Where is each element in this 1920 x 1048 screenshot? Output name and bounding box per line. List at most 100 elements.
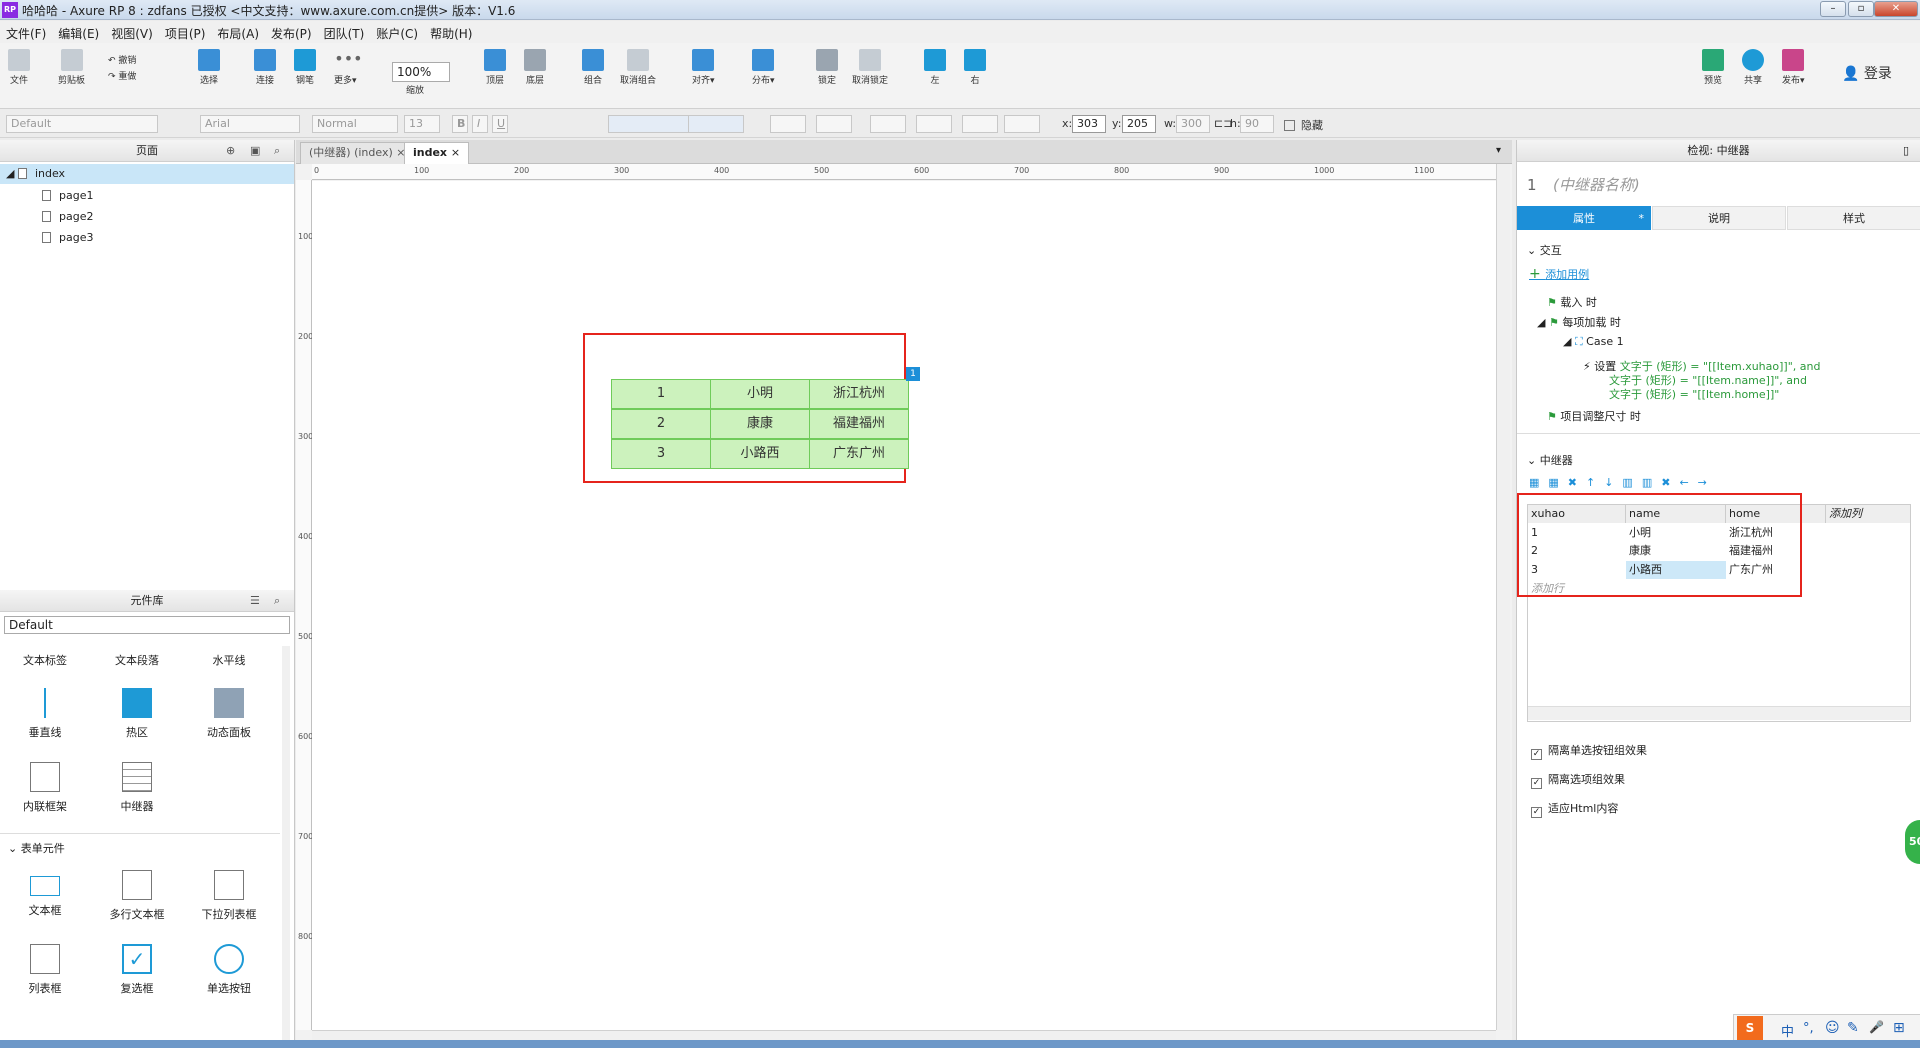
- connect-button[interactable]: 连接: [254, 49, 276, 86]
- widget-dropdown[interactable]: 下拉列表框: [189, 870, 269, 922]
- text-align-group[interactable]: [608, 115, 690, 133]
- isolate-radio-option[interactable]: ✓ 隔离单选按钮组效果: [1531, 742, 1647, 760]
- repeater-cell[interactable]: 3: [611, 439, 711, 469]
- sogou-ime-icon[interactable]: S: [1737, 1016, 1763, 1040]
- arrow-style-icon[interactable]: [1004, 115, 1040, 133]
- underline-icon[interactable]: U: [492, 115, 508, 133]
- page-tree-item[interactable]: page2: [42, 210, 93, 223]
- tab-repeater-index[interactable]: (中继器) (index) ×: [300, 142, 415, 164]
- align-button[interactable]: 对齐▾: [692, 49, 715, 86]
- repeater-cell[interactable]: 1: [611, 379, 711, 409]
- undo-button[interactable]: ↶ 撤销: [108, 53, 136, 66]
- menu-icon[interactable]: ☰: [250, 594, 260, 607]
- clipboard-button[interactable]: 剪贴板: [58, 49, 85, 86]
- tab-notes[interactable]: 说明: [1652, 206, 1786, 230]
- design-canvas[interactable]: 1 小明 浙江杭州 2 康康 福建福州 3 小路西 广东广州 1: [312, 181, 1496, 1030]
- widget-textarea[interactable]: 多行文本框: [97, 870, 177, 922]
- share-button[interactable]: 共享: [1742, 49, 1764, 86]
- repeater-cell[interactable]: 小明: [710, 379, 810, 409]
- widget-radio[interactable]: 单选按钮: [189, 944, 269, 996]
- select-button[interactable]: 选择: [198, 49, 220, 86]
- zoom-select[interactable]: 100%: [392, 62, 450, 82]
- repeater-cell[interactable]: 2: [611, 409, 711, 439]
- ime-chinese-mode[interactable]: 中: [1781, 1021, 1794, 1040]
- hide-checkbox[interactable]: 隐藏: [1284, 117, 1323, 133]
- form-widgets-section[interactable]: ⌄ 表单元件: [8, 840, 65, 856]
- add-page-icon[interactable]: ⊕: [226, 144, 235, 157]
- lock-button[interactable]: 锁定: [816, 49, 838, 86]
- tab-style[interactable]: 样式: [1787, 206, 1920, 230]
- widget-hotspot[interactable]: 热区: [97, 688, 177, 740]
- widget-textbox[interactable]: 文本框: [5, 870, 85, 918]
- maximize-icon[interactable]: ▫: [1848, 1, 1874, 17]
- tabs-dropdown-icon[interactable]: ▾: [1496, 145, 1501, 156]
- font-select[interactable]: Arial: [200, 115, 300, 133]
- minimize-icon[interactable]: –: [1820, 1, 1846, 17]
- widget-inline-frame[interactable]: 内联框架: [5, 762, 85, 814]
- add-column-header[interactable]: 添加列: [1826, 505, 1910, 523]
- repeater-cell[interactable]: 康康: [710, 409, 810, 439]
- search-icon[interactable]: ⌕: [274, 144, 280, 158]
- more-button[interactable]: ••• 更多▾: [334, 49, 363, 86]
- redo-button[interactable]: ↷ 重做: [108, 69, 136, 82]
- widget-checkbox[interactable]: ✓ 复选框: [97, 944, 177, 996]
- widget-repeater[interactable]: 中继器: [97, 762, 177, 814]
- ungroup-button[interactable]: 取消组合: [620, 49, 656, 86]
- repeater-section[interactable]: ⌄ 中继器: [1527, 452, 1573, 468]
- dataset-toolbar[interactable]: ▦▦✖↑↓▥▥✖←→: [1529, 476, 1716, 489]
- vertical-align-group[interactable]: [688, 115, 744, 133]
- widget-label[interactable]: 文本标签: [5, 652, 85, 668]
- add-folder-icon[interactable]: ▣: [250, 144, 260, 157]
- unlock-button[interactable]: 取消锁定: [852, 49, 888, 86]
- event-onresize[interactable]: ⚑ 项目调整尺寸 时: [1547, 408, 1641, 424]
- widget-paragraph[interactable]: 文本段落: [97, 652, 177, 668]
- w-input[interactable]: 300: [1176, 115, 1210, 133]
- distribute-button[interactable]: 分布▾: [752, 49, 775, 86]
- publish-button[interactable]: 发布▾: [1782, 49, 1805, 86]
- style-select[interactable]: Default: [6, 115, 158, 133]
- line-pattern-icon[interactable]: [962, 115, 998, 133]
- close-icon[interactable]: ✕: [1874, 1, 1918, 17]
- tab-properties[interactable]: 属性 *: [1517, 206, 1651, 230]
- repeater-cell[interactable]: 小路西: [710, 439, 810, 469]
- x-input[interactable]: 303: [1072, 115, 1106, 133]
- group-button[interactable]: 组合: [582, 49, 604, 86]
- line-width-icon[interactable]: [916, 115, 952, 133]
- h-input[interactable]: 90: [1240, 115, 1274, 133]
- page-tree-item[interactable]: page1: [42, 189, 93, 202]
- search-icon[interactable]: ⌕: [274, 594, 280, 608]
- grid-horizontal-scrollbar[interactable]: [1528, 706, 1910, 720]
- widget-dynamic-panel[interactable]: 动态面板: [189, 688, 269, 740]
- preview-button[interactable]: 预览: [1702, 49, 1724, 86]
- repeater-cell[interactable]: 浙江杭州: [809, 379, 909, 409]
- library-select[interactable]: Default: [4, 616, 290, 634]
- weight-select[interactable]: Normal: [312, 115, 398, 133]
- widget-hline[interactable]: 水平线: [189, 652, 269, 668]
- event-onload[interactable]: ⚑ 载入 时: [1547, 294, 1597, 310]
- tab-index[interactable]: index ×: [404, 142, 470, 164]
- handwrite-icon[interactable]: ✎: [1847, 1020, 1859, 1036]
- page-tree-item[interactable]: page3: [42, 231, 93, 244]
- font-size-select[interactable]: 13: [404, 115, 440, 133]
- italic-icon[interactable]: I: [472, 115, 488, 133]
- left-pane-button[interactable]: 左: [924, 49, 946, 86]
- right-pane-button[interactable]: 右: [964, 49, 986, 86]
- repeater-cell[interactable]: 福建福州: [809, 409, 909, 439]
- close-icon[interactable]: ×: [451, 146, 460, 159]
- y-input[interactable]: 205: [1122, 115, 1156, 133]
- ime-punct-mode[interactable]: °,: [1803, 1021, 1814, 1036]
- shadow-icon[interactable]: [816, 115, 852, 133]
- fit-html-option[interactable]: ✓ 适应Html内容: [1531, 800, 1618, 818]
- emoji-icon[interactable]: ☺: [1825, 1020, 1840, 1036]
- case-item[interactable]: ◢ ⛶ Case 1: [1563, 335, 1624, 349]
- add-case-link[interactable]: + 添加用例: [1529, 266, 1589, 282]
- page-tree-item[interactable]: ◢ index: [6, 167, 65, 180]
- library-scrollbar[interactable]: [282, 646, 290, 1042]
- widget-vline[interactable]: 垂直线: [5, 688, 85, 740]
- interaction-badge[interactable]: 1: [906, 367, 920, 381]
- pen-button[interactable]: 钢笔: [294, 49, 316, 86]
- voice-icon[interactable]: 🎤: [1869, 1020, 1884, 1034]
- event-onitemload[interactable]: ◢ ⚑ 每项加载 时: [1537, 314, 1621, 330]
- canvas-vertical-scrollbar[interactable]: [1496, 164, 1510, 1030]
- notes-icon[interactable]: ▯: [1903, 144, 1909, 157]
